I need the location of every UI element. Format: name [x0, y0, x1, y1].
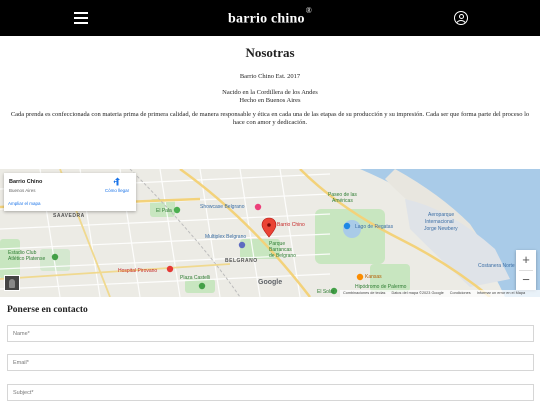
pin-label: Barrio Chino — [277, 222, 305, 228]
directions-icon — [113, 177, 120, 186]
top-navigation-bar: barrio chino® — [0, 0, 540, 36]
origin-line-2: Hecho en Buenos Aires — [239, 97, 301, 104]
google-logo: Google — [258, 279, 283, 286]
directions-button[interactable]: Cómo llegar — [102, 177, 132, 193]
costanera-label: Costanera Norte — [478, 263, 515, 269]
map-zoom-control: + − — [516, 250, 536, 290]
origin-line-1: Nacido en la Cordillera de los Andes — [222, 89, 318, 96]
email-field[interactable] — [7, 354, 534, 371]
showcase-label: Showcase Belgrano — [200, 204, 245, 210]
enlarge-map-link[interactable]: Ampliar el mapa — [8, 201, 41, 206]
zoom-in-button[interactable]: + — [516, 250, 536, 270]
terms-link[interactable]: Condiciones — [450, 291, 471, 295]
internacional-label: Internacional — [425, 219, 454, 225]
about-section: Nosotras Barrio Chino Est. 2017 Nacido e… — [0, 44, 540, 127]
plaza-label: Plaza Castelli — [180, 275, 211, 281]
saavedra-label: SAAVEDRA — [53, 213, 85, 219]
directions-label: Cómo llegar — [104, 188, 130, 193]
contact-title: Ponerse en contacto — [7, 305, 88, 315]
belgrano-label: BELGRANO — [225, 258, 258, 264]
name-field[interactable] — [7, 325, 534, 342]
americas-label: Américas — [332, 198, 353, 204]
kansas-label: Kansas — [365, 274, 382, 280]
el-solar-label: El Solar — [317, 289, 335, 295]
user-account-icon[interactable] — [454, 11, 468, 25]
el-pala-label: El Pala — [156, 208, 172, 214]
street-view-pegman-icon[interactable] — [4, 275, 20, 291]
about-description: Cada prenda es confeccionada con materia… — [10, 111, 530, 126]
aeroparque-label: Aeroparque — [428, 212, 455, 218]
belgrano-park-label: de Belgrano — [269, 253, 296, 259]
platense-label: Atlético Platense — [8, 256, 46, 262]
card-city: Buenos Aires — [9, 188, 36, 193]
about-title: Nosotras — [245, 45, 295, 60]
multiplex-label: Multiplex Belgrano — [205, 234, 247, 240]
registered-mark: ® — [305, 6, 312, 15]
card-place-name: Barrio Chino — [9, 179, 43, 185]
established-text: Barrio Chino Est. 2017 — [239, 73, 301, 80]
report-error-link[interactable]: Informar un error en el Mapa — [477, 291, 525, 295]
map-data-text: Datos del mapa ©2023 Google — [391, 291, 444, 295]
embedded-map[interactable]: Barrio Chino SAAVEDRA El Pala Showcase B… — [0, 169, 540, 297]
keyboard-shortcuts-link[interactable]: Combinaciones de teclas — [343, 291, 385, 295]
lago-label: Lago de Regatas — [355, 224, 394, 230]
zoom-out-button[interactable]: − — [516, 270, 536, 290]
map-attribution: Combinaciones de teclas Datos del mapa ©… — [340, 290, 540, 297]
subject-field[interactable] — [7, 384, 534, 401]
brand-name: barrio chino — [228, 11, 305, 27]
hospital-label: Hospital Pirovano — [118, 268, 158, 274]
jorge-newbery-label: Jorge Newbery — [424, 226, 458, 232]
